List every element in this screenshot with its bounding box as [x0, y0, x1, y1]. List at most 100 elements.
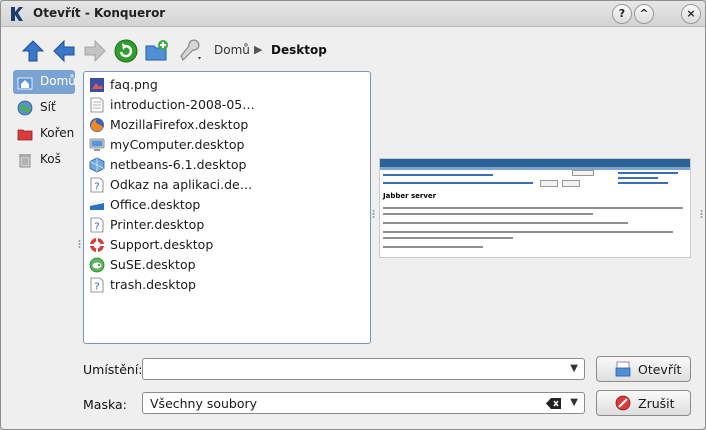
preview-text-line [383, 207, 683, 209]
open-button[interactable]: Otevřít [596, 356, 691, 382]
svg-text:?: ? [94, 282, 99, 293]
file-name: Office.desktop [110, 197, 201, 212]
splitter-handle-left[interactable] [78, 239, 81, 249]
filter-input[interactable]: Všechny soubory [150, 396, 257, 411]
settings-wrench-icon[interactable] [178, 38, 204, 64]
file-name: netbeans-6.1.desktop [110, 157, 247, 172]
back-arrow-icon[interactable] [51, 38, 77, 64]
image-file-icon [90, 78, 104, 92]
preview-text-line [383, 222, 628, 224]
breadcrumb-home[interactable]: Domů [214, 43, 250, 57]
up-arrow-icon[interactable] [20, 38, 46, 64]
preview-sidebar-line [618, 177, 658, 179]
preview-text-line [383, 246, 483, 248]
file-list[interactable]: faq.png introduction-2008-05… MozillaFir… [83, 71, 371, 344]
preview-button-box [572, 170, 594, 176]
support-icon [90, 238, 104, 252]
file-item[interactable]: introduction-2008-05… [86, 95, 366, 115]
clear-text-icon[interactable] [546, 397, 562, 410]
file-name: myComputer.desktop [110, 137, 245, 152]
open-file-icon [615, 361, 631, 377]
preview-heading: Jabber server [383, 192, 437, 200]
chevron-down-icon[interactable]: ▼ [570, 363, 578, 374]
preview-tags-line [383, 182, 533, 184]
unknown-file-icon: ? [90, 277, 104, 293]
reload-icon[interactable] [113, 38, 139, 64]
file-name: SuSE.desktop [110, 257, 196, 272]
open-button-label: Otevřít [638, 362, 682, 377]
title-bar[interactable]: Otevřít - Konqueror ? ^ × [1, 1, 705, 27]
file-name: Support.desktop [110, 237, 214, 252]
navigation-toolbar [1, 31, 705, 71]
help-button[interactable]: ? [612, 4, 632, 24]
place-label: Domů [40, 74, 76, 88]
preview-text-line [383, 237, 513, 239]
preview-button-box [562, 180, 580, 187]
preview-text-line [383, 213, 593, 215]
filter-label: Maska: [83, 397, 127, 412]
root-folder-icon [17, 129, 33, 141]
cancel-button-label: Zrušit [638, 396, 675, 411]
breadcrumb-current[interactable]: Desktop [271, 43, 327, 57]
file-item[interactable]: ? Printer.desktop [86, 215, 366, 235]
minimize-button[interactable]: ^ [634, 4, 654, 24]
file-item[interactable]: ? Odkaz na aplikaci.de… [86, 175, 366, 195]
places-panel: Domů Síť Kořen Koš [13, 70, 76, 174]
file-item[interactable]: myComputer.desktop [86, 135, 366, 155]
office-icon [90, 200, 104, 210]
place-home[interactable]: Domů [13, 70, 76, 94]
preview-header-bar [380, 159, 690, 167]
preview-subheader-bar [380, 167, 690, 170]
place-root[interactable]: Kořen [13, 122, 75, 146]
place-label: Kořen [40, 126, 75, 140]
file-name: Printer.desktop [110, 217, 205, 232]
netbeans-icon [89, 157, 105, 173]
firefox-icon [90, 118, 104, 132]
unknown-file-icon: ? [90, 217, 104, 233]
place-network[interactable]: Síť [13, 96, 75, 120]
preview-sidebar-line [618, 172, 678, 174]
preview-button-box [540, 180, 558, 187]
file-item[interactable]: SuSE.desktop [86, 255, 366, 275]
document-file-icon [90, 97, 104, 113]
file-name: introduction-2008-05… [110, 97, 255, 112]
home-icon [17, 77, 33, 90]
svg-text:?: ? [94, 182, 99, 193]
location-combobox[interactable]: ▼ [142, 358, 585, 380]
preview-sidebar-line [618, 182, 668, 184]
unknown-file-icon: ? [90, 177, 104, 193]
location-label: Umístění: [83, 362, 143, 377]
network-icon [17, 100, 33, 116]
file-preview-thumbnail: Jabber server [379, 158, 691, 258]
splitter-handle-right[interactable] [700, 209, 703, 219]
file-name: Odkaz na aplikaci.de… [110, 177, 253, 192]
file-item[interactable]: ? trash.desktop [86, 275, 366, 295]
file-item[interactable]: faq.png [86, 75, 366, 95]
svg-text:?: ? [94, 222, 99, 233]
file-item[interactable]: netbeans-6.1.desktop [86, 155, 366, 175]
open-dialog-window: Otevřít - Konqueror ? ^ × Domů ▶ Desktop… [0, 0, 706, 430]
cancel-icon [615, 395, 631, 411]
splitter-handle-middle[interactable] [372, 209, 375, 219]
suse-icon [89, 257, 105, 273]
chevron-down-icon[interactable]: ▼ [570, 397, 578, 408]
place-trash[interactable]: Koš [13, 148, 75, 172]
breadcrumb-separator[interactable]: ▶ [254, 43, 262, 56]
window-title: Otevřít - Konqueror [33, 6, 166, 20]
close-button[interactable]: × [681, 4, 701, 24]
file-item[interactable]: Support.desktop [86, 235, 366, 255]
konqueror-app-icon [11, 7, 23, 21]
computer-icon [89, 138, 105, 151]
preview-text-line [383, 231, 673, 233]
file-name: trash.desktop [110, 277, 196, 292]
cancel-button[interactable]: Zrušit [596, 390, 691, 416]
file-name: MozillaFirefox.desktop [110, 117, 249, 132]
preview-breadcrumb-line [383, 174, 493, 176]
forward-arrow-icon[interactable] [82, 38, 108, 64]
file-item[interactable]: Office.desktop [86, 195, 366, 215]
place-label: Síť [40, 100, 56, 114]
trash-icon [19, 154, 31, 168]
file-item[interactable]: MozillaFirefox.desktop [86, 115, 366, 135]
new-folder-icon[interactable] [144, 38, 170, 64]
filter-combobox[interactable]: Všechny soubory ▼ [142, 392, 585, 414]
